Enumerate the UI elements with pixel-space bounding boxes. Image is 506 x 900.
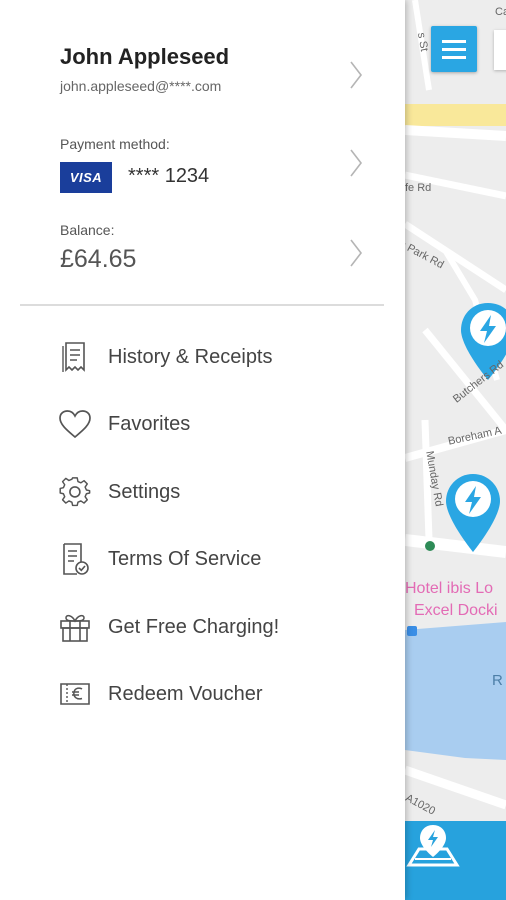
map-canvas xyxy=(405,0,506,810)
balance-label: Balance: xyxy=(60,222,115,238)
menu-item-terms-of-service[interactable]: Terms Of Service xyxy=(56,537,376,581)
profile-row[interactable]: John Appleseed john.appleseed@****.com xyxy=(0,38,385,108)
search-bar[interactable] xyxy=(494,30,506,70)
menu-item-label: History & Receipts xyxy=(108,345,273,368)
navigation-drawer: John Appleseed john.appleseed@****.com P… xyxy=(0,0,405,900)
balance-row[interactable]: Balance: £64.65 xyxy=(0,214,385,290)
menu-item-label: Get Free Charging! xyxy=(108,615,280,638)
user-name: John Appleseed xyxy=(60,44,230,69)
hotel-label-line2: Excel Docki xyxy=(414,602,498,619)
menu-item-favorites[interactable]: Favorites xyxy=(56,402,376,446)
document-check-icon xyxy=(56,540,94,578)
main-road xyxy=(405,104,506,126)
voucher-euro-icon xyxy=(56,675,94,713)
chevron-right-icon xyxy=(350,61,363,89)
gear-icon xyxy=(56,473,94,511)
water-area xyxy=(405,622,506,760)
menu-item-redeem-voucher[interactable]: Redeem Voucher xyxy=(56,672,376,716)
balance-amount: £64.65 xyxy=(60,245,137,273)
hamburger-line xyxy=(442,55,466,59)
hamburger-menu-button[interactable] xyxy=(431,26,477,72)
map-street-label: Ca xyxy=(495,6,506,18)
menu-item-history-receipts[interactable]: History & Receipts xyxy=(56,335,376,379)
heart-icon xyxy=(56,405,94,443)
menu-item-settings[interactable]: Settings xyxy=(56,470,376,514)
menu-item-label: Favorites xyxy=(108,412,191,435)
chevron-right-icon xyxy=(350,239,363,267)
hamburger-line xyxy=(442,47,466,51)
divider xyxy=(20,304,384,306)
menu-item-label: Settings xyxy=(108,480,181,503)
map-pin-icon xyxy=(406,825,460,867)
hotel-label: Hotel ibis Lo Excel Docki xyxy=(405,578,498,622)
map-view[interactable]: s St Ca fe Rd s Park Rd Butchers Rd Bore… xyxy=(405,0,506,900)
hotel-label-line1: Hotel ibis Lo xyxy=(405,580,494,597)
receipt-icon xyxy=(56,338,94,376)
map-locate-button[interactable] xyxy=(405,821,506,900)
menu-item-label: Terms Of Service xyxy=(108,547,262,570)
payment-method-label: Payment method: xyxy=(60,136,170,152)
menu-item-label: Redeem Voucher xyxy=(108,682,263,705)
water-label: R xyxy=(492,672,503,689)
visa-card-icon: VISA xyxy=(60,162,112,193)
payment-method-row[interactable]: Payment method: VISA **** 1234 xyxy=(0,128,385,200)
chevron-right-icon xyxy=(350,149,363,177)
gift-icon xyxy=(56,608,94,646)
card-number: **** 1234 xyxy=(128,165,210,187)
user-email: john.appleseed@****.com xyxy=(60,78,222,94)
hamburger-line xyxy=(442,39,466,43)
map-street-label: fe Rd xyxy=(405,182,432,194)
menu-item-get-free-charging[interactable]: Get Free Charging! xyxy=(56,605,376,649)
